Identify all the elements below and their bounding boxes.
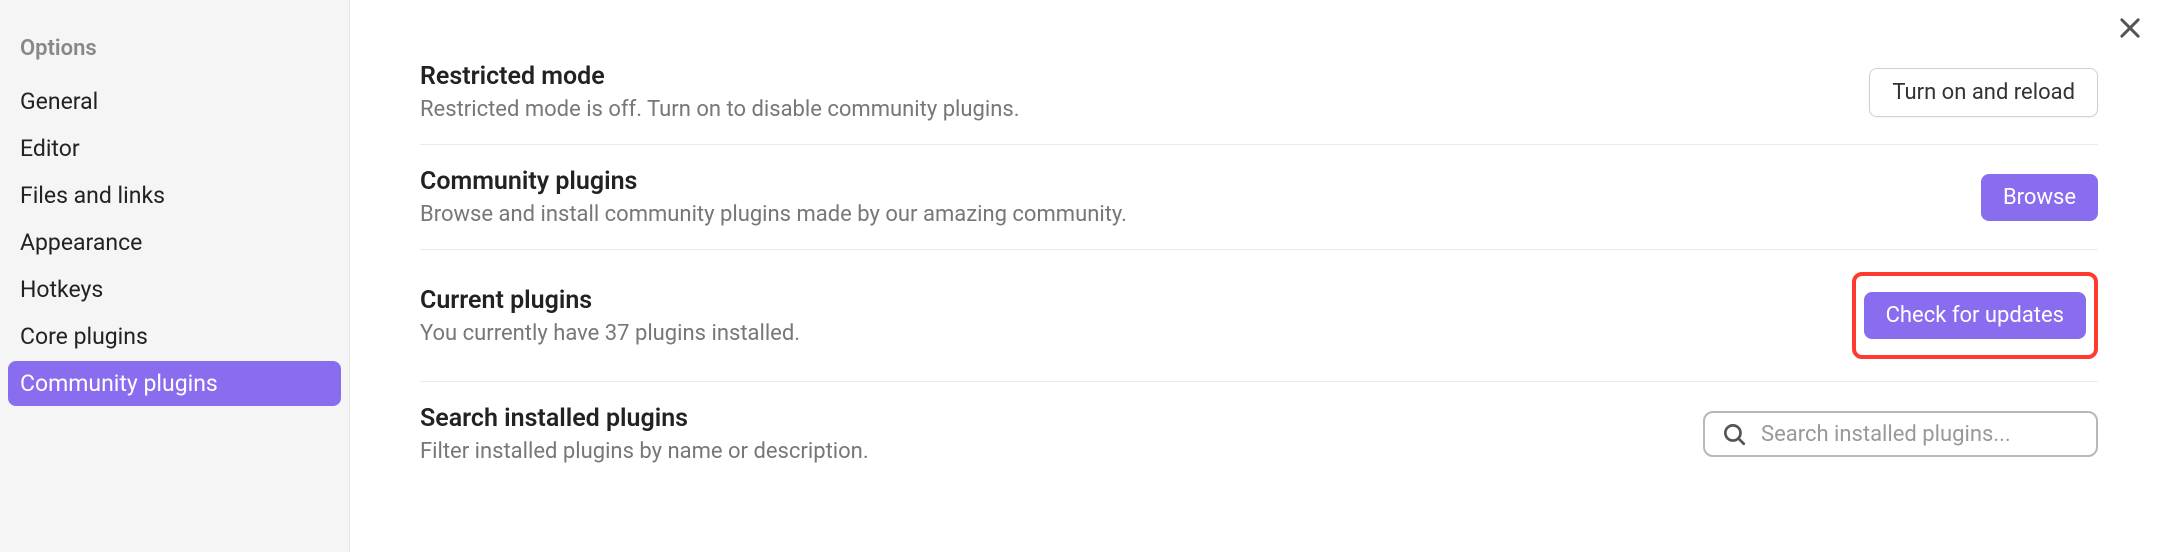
setting-search-plugins: Search installed plugins Filter installe… xyxy=(420,382,2098,486)
setting-community-plugins: Community plugins Browse and install com… xyxy=(420,145,2098,250)
sidebar-item-editor[interactable]: Editor xyxy=(8,126,341,171)
sidebar-item-appearance[interactable]: Appearance xyxy=(8,220,341,265)
sidebar-heading: Options xyxy=(8,36,341,79)
setting-text: Search installed plugins Filter installe… xyxy=(420,404,1663,464)
close-icon xyxy=(2116,14,2144,42)
sidebar: Options General Editor Files and links A… xyxy=(0,0,350,552)
sidebar-item-hotkeys[interactable]: Hotkeys xyxy=(8,267,341,312)
sidebar-item-general[interactable]: General xyxy=(8,79,341,124)
sidebar-item-core-plugins[interactable]: Core plugins xyxy=(8,314,341,359)
setting-desc: Filter installed plugins by name or desc… xyxy=(420,439,1663,464)
highlight-annotation: Check for updates xyxy=(1852,272,2098,359)
setting-title: Current plugins xyxy=(420,286,1812,315)
setting-desc: You currently have 37 plugins installed. xyxy=(420,321,1812,346)
search-wrapper xyxy=(1703,411,2098,457)
main-content: Restricted mode Restricted mode is off. … xyxy=(350,0,2168,552)
setting-title: Community plugins xyxy=(420,167,1941,196)
setting-title: Search installed plugins xyxy=(420,404,1663,433)
turn-on-and-reload-button[interactable]: Turn on and reload xyxy=(1869,68,2098,117)
setting-current-plugins: Current plugins You currently have 37 pl… xyxy=(420,250,2098,382)
setting-desc: Browse and install community plugins mad… xyxy=(420,202,1941,227)
setting-text: Restricted mode Restricted mode is off. … xyxy=(420,62,1829,122)
setting-desc: Restricted mode is off. Turn on to disab… xyxy=(420,97,1829,122)
close-button[interactable] xyxy=(2116,14,2144,46)
check-for-updates-button[interactable]: Check for updates xyxy=(1864,292,2086,339)
setting-text: Community plugins Browse and install com… xyxy=(420,167,1941,227)
search-icon xyxy=(1721,421,1747,447)
sidebar-item-files-and-links[interactable]: Files and links xyxy=(8,173,341,218)
setting-text: Current plugins You currently have 37 pl… xyxy=(420,286,1812,346)
sidebar-item-community-plugins[interactable]: Community plugins xyxy=(8,361,341,406)
browse-button[interactable]: Browse xyxy=(1981,174,2098,221)
search-input[interactable] xyxy=(1761,422,2080,447)
setting-restricted-mode: Restricted mode Restricted mode is off. … xyxy=(420,40,2098,145)
setting-title: Restricted mode xyxy=(420,62,1829,91)
